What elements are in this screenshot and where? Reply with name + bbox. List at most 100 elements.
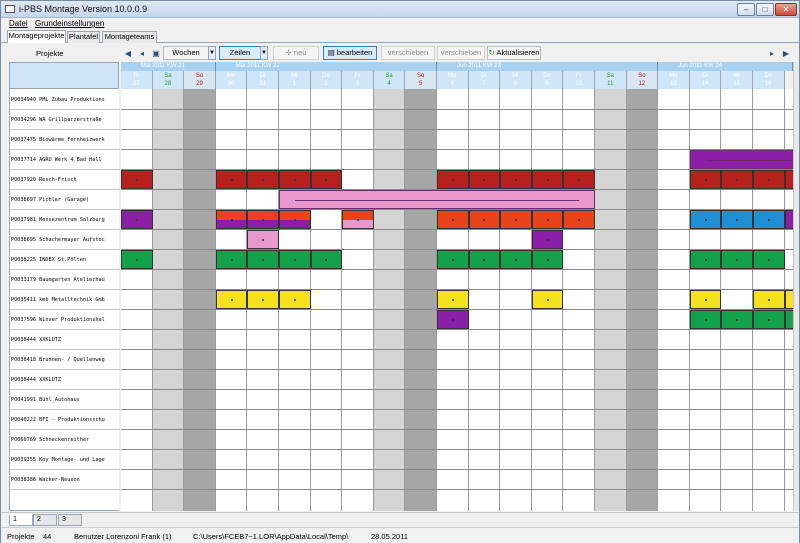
schedule-block[interactable]: [689, 210, 722, 229]
schedule-block[interactable]: [279, 250, 311, 269]
project-row[interactable]: PO040222 BFI - Produktionsschu: [10, 410, 120, 430]
schedule-block[interactable]: [215, 210, 248, 229]
rows-select-arrow-icon[interactable]: ▼: [260, 46, 268, 60]
schedule-block[interactable]: [784, 210, 793, 229]
schedule-block[interactable]: [468, 250, 501, 269]
arrow-right-icon[interactable]: ▶: [781, 49, 791, 58]
view-select[interactable]: Wochen: [163, 46, 209, 60]
arrow-left-small-icon[interactable]: ◂: [137, 49, 147, 58]
schedule-block[interactable]: [753, 310, 785, 329]
tab-montageprojekte[interactable]: Montageprojekte: [7, 30, 66, 43]
schedule-block[interactable]: [342, 210, 374, 229]
schedule-block[interactable]: [437, 210, 469, 229]
schedule-block[interactable]: [563, 170, 595, 189]
schedule-block[interactable]: [531, 290, 564, 309]
project-row[interactable]: PO038697 Pichler (Garage): [10, 190, 120, 210]
page-tab-1[interactable]: 1: [9, 514, 33, 526]
maximize-button[interactable]: □: [756, 3, 774, 16]
minimize-button[interactable]: –: [737, 3, 755, 16]
menu-grundeinstellungen[interactable]: Grundeinstellungen: [35, 19, 104, 28]
project-row[interactable]: PO037596 Winser Produktionshal: [10, 310, 120, 330]
refresh-button[interactable]: ↻ Aktualisieren: [487, 46, 541, 60]
project-row[interactable]: PO037714 AGRU Werk 4 Bad Hall: [10, 150, 120, 170]
planning-grid[interactable]: [121, 89, 793, 511]
schedule-block[interactable]: [689, 170, 722, 189]
schedule-block[interactable]: [279, 170, 311, 189]
close-button[interactable]: ✕: [775, 3, 797, 16]
arrow-right-small-icon[interactable]: ▸: [767, 49, 777, 58]
schedule-block[interactable]: [531, 170, 564, 189]
project-row[interactable]: PO039355 Kny Montage- und Lage: [10, 450, 120, 470]
schedule-bar[interactable]: [689, 150, 793, 169]
schedule-block[interactable]: [468, 210, 501, 229]
schedule-block[interactable]: [531, 210, 564, 229]
project-row[interactable]: PO037475 Biowärme Fernheizwerk: [10, 130, 120, 150]
schedule-block[interactable]: [215, 290, 248, 309]
schedule-block[interactable]: [689, 290, 722, 309]
view-select-arrow-icon[interactable]: ▼: [208, 46, 216, 60]
schedule-block[interactable]: [500, 170, 532, 189]
project-row[interactable]: PO038225 INDEX St.Pölten: [10, 250, 120, 270]
project-row[interactable]: PO037920 Resch-Frisch: [10, 170, 120, 190]
tab-plantafel[interactable]: Plantafel: [67, 31, 100, 43]
project-row[interactable]: PO038444 XXKLUTZ: [10, 370, 120, 390]
schedule-block[interactable]: [247, 210, 279, 229]
schedule-block[interactable]: [468, 170, 501, 189]
schedule-block[interactable]: [784, 290, 793, 309]
project-row[interactable]: PO060769 Schneckenreither: [10, 430, 120, 450]
new-button[interactable]: ✛ neu: [273, 46, 319, 60]
schedule-block[interactable]: [247, 250, 279, 269]
rows-select[interactable]: Zeilen: [219, 46, 261, 60]
schedule-block[interactable]: [247, 230, 279, 249]
schedule-block[interactable]: [531, 250, 564, 269]
schedule-block[interactable]: [437, 170, 469, 189]
schedule-block[interactable]: [721, 170, 753, 189]
schedule-block[interactable]: [753, 290, 785, 309]
project-row[interactable]: PO034296 WA Grillparzerstraße: [10, 110, 120, 130]
schedule-block[interactable]: [437, 310, 469, 329]
schedule-block[interactable]: [215, 250, 248, 269]
schedule-block[interactable]: [500, 250, 532, 269]
schedule-block[interactable]: [531, 230, 564, 249]
schedule-block[interactable]: [437, 290, 469, 309]
project-row[interactable]: PO038418 Brunnen- / Quellenweg: [10, 350, 120, 370]
schedule-block[interactable]: [500, 210, 532, 229]
project-row[interactable]: PO041991 Bühl_Autohaus: [10, 390, 120, 410]
schedule-block[interactable]: [721, 250, 753, 269]
schedule-block[interactable]: [310, 170, 343, 189]
project-row[interactable]: PO034940 PML Zubau Produktions: [10, 90, 120, 110]
schedule-block[interactable]: [689, 310, 722, 329]
schedule-block[interactable]: [247, 290, 279, 309]
schedule-block[interactable]: [753, 210, 785, 229]
schedule-block[interactable]: [563, 210, 595, 229]
schedule-block[interactable]: [721, 310, 753, 329]
move-button-2[interactable]: verschieben: [437, 46, 485, 60]
project-row[interactable]: PO035411 kmb Metalltechnik Gmb: [10, 290, 120, 310]
move-button-1[interactable]: verschieben: [381, 46, 435, 60]
page-tab-2[interactable]: 2: [33, 514, 57, 526]
project-row[interactable]: PO037981 Messezentrum Salzburg: [10, 210, 120, 230]
arrow-left-icon[interactable]: ◀: [123, 49, 133, 58]
schedule-block[interactable]: [753, 170, 785, 189]
schedule-block[interactable]: [215, 170, 248, 189]
tab-montageteams[interactable]: Montageteams: [102, 31, 157, 43]
page-tab-3[interactable]: 3: [58, 514, 82, 526]
calendar-edit-icon[interactable]: ▣: [151, 49, 161, 58]
schedule-block[interactable]: [689, 250, 722, 269]
schedule-block[interactable]: [121, 170, 153, 189]
schedule-block[interactable]: [247, 170, 279, 189]
schedule-block[interactable]: [753, 250, 785, 269]
schedule-bar[interactable]: [279, 190, 595, 209]
menu-datei[interactable]: Datei: [9, 19, 28, 28]
schedule-block[interactable]: [279, 290, 311, 309]
project-row[interactable]: PO038444 XXKLUTZ: [10, 330, 120, 350]
schedule-block[interactable]: [784, 170, 793, 189]
schedule-block[interactable]: [121, 210, 153, 229]
vertical-scrollbar[interactable]: [793, 62, 799, 511]
project-row[interactable]: PO033179 Baumgarten Atelierhau: [10, 270, 120, 290]
schedule-block[interactable]: [121, 250, 153, 269]
project-row[interactable]: PO038386 Wacker-Neuson: [10, 470, 120, 490]
schedule-block[interactable]: [721, 210, 753, 229]
edit-button[interactable]: ▤ bearbeiten: [323, 46, 377, 60]
schedule-block[interactable]: [279, 210, 311, 229]
